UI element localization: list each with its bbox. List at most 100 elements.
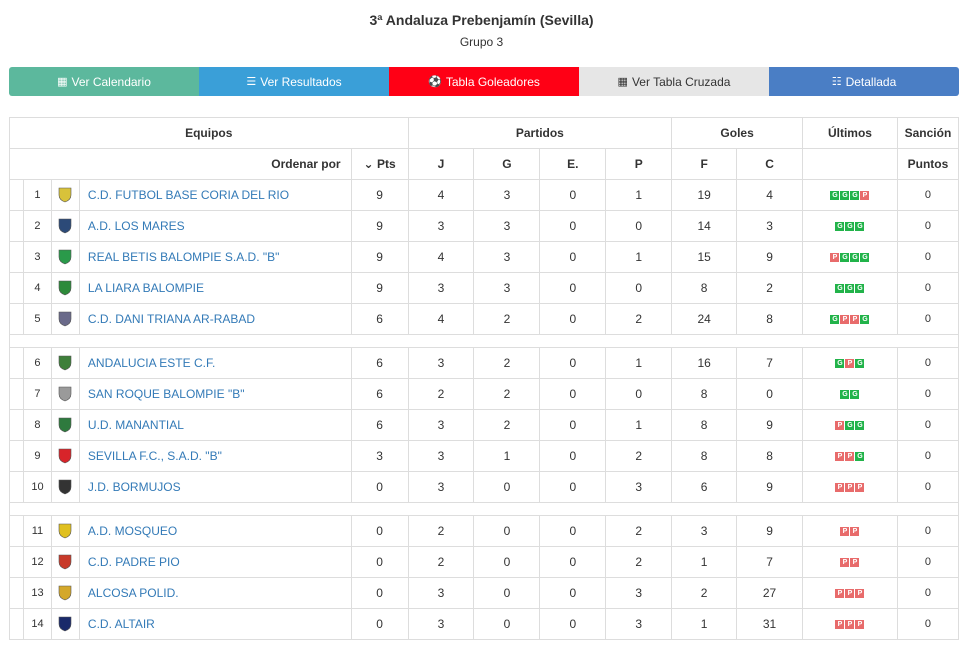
stat-pts: 9 — [350, 272, 409, 304]
stat-c: 7 — [736, 546, 804, 578]
sancion-cell: 0 — [896, 303, 960, 335]
win-badge: G — [840, 389, 850, 399]
win-badge: G — [840, 190, 850, 200]
stat-p: 1 — [605, 179, 673, 211]
recent-form-cell: GGGP — [802, 179, 898, 211]
team-link[interactable]: C.D. ALTAIR — [88, 617, 155, 631]
header-g: G — [473, 148, 541, 180]
sort-by-points[interactable]: ⌄ Pts — [350, 148, 409, 180]
team-shield-icon — [56, 616, 74, 632]
team-link[interactable]: REAL BETIS BALOMPIE S.A.D. "B" — [88, 250, 279, 264]
calendar-button[interactable]: ▦ Ver Calendario — [9, 67, 199, 96]
stat-j: 3 — [407, 347, 475, 379]
header-ultimos-sub — [802, 148, 898, 180]
stat-c: 9 — [736, 409, 804, 441]
team-link[interactable]: SEVILLA F.C., S.A.D. "B" — [88, 449, 222, 463]
win-badge: G — [855, 451, 865, 461]
team-shield-icon — [56, 554, 74, 570]
team-logo-cell — [50, 515, 80, 547]
sancion-cell: 0 — [896, 272, 960, 304]
page-title: 3ª Andaluza Prebenjamín (Sevilla) — [369, 12, 594, 28]
team-logo-cell — [50, 471, 80, 503]
cross-table-button[interactable]: ▦ Ver Tabla Cruzada — [579, 67, 769, 96]
zone-marker — [9, 471, 24, 503]
team-cell: SEVILLA F.C., S.A.D. "B" — [78, 440, 352, 472]
stat-e: 0 — [539, 241, 607, 273]
table-row: 5 C.D. DANI TRIANA AR-RABAD 6 4 2 0 2 24 8 G P P G 0 — [9, 303, 960, 335]
team-logo-cell — [50, 440, 80, 472]
stat-p: 2 — [605, 303, 673, 335]
stat-j: 3 — [407, 608, 475, 640]
scorers-button-label: Tabla Goleadores — [445, 74, 540, 89]
stat-g: 1 — [473, 440, 541, 472]
team-link[interactable]: U.D. MANANTIAL — [88, 418, 184, 432]
team-logo-cell — [50, 272, 80, 304]
stat-e: 0 — [539, 347, 607, 379]
scorers-button[interactable]: ⚽ Tabla Goleadores — [389, 67, 579, 96]
team-link[interactable]: C.D. FUTBOL BASE CORIA DEL RIO — [88, 188, 289, 202]
team-shield-icon — [56, 187, 74, 203]
stat-f: 16 — [671, 347, 738, 379]
team-link[interactable]: SAN ROQUE BALOMPIE "B" — [88, 387, 245, 401]
stat-pts: 0 — [350, 515, 409, 547]
team-link[interactable]: A.D. LOS MARES — [88, 219, 185, 233]
team-link[interactable]: J.D. BORMUJOS — [88, 480, 181, 494]
cross-table-button-label: Ver Tabla Cruzada — [631, 74, 731, 89]
header-goles: Goles — [671, 117, 804, 149]
team-cell: ALCOSA POLID. — [78, 577, 352, 609]
position-cell: 4 — [22, 272, 52, 304]
table-row: 7 SAN ROQUE BALOMPIE "B" 6 2 2 0 0 8 0 G G 0 — [9, 378, 960, 410]
stat-g: 0 — [473, 515, 541, 547]
team-link[interactable]: C.D. DANI TRIANA AR-RABAD — [88, 312, 255, 326]
loss-badge: P — [835, 482, 845, 492]
stat-p: 2 — [605, 546, 673, 578]
stat-e: 0 — [539, 272, 607, 304]
action-button-bar: ▦ Ver Calendario ☰ Ver Resultados ⚽ Tabl… — [9, 67, 959, 96]
stat-f: 8 — [671, 409, 738, 441]
group-separator — [9, 334, 959, 348]
results-button[interactable]: ☰ Ver Resultados — [199, 67, 389, 96]
team-logo-cell — [50, 179, 80, 211]
recent-form: GG — [840, 389, 860, 399]
stat-c: 2 — [736, 272, 804, 304]
position-cell: 1 — [22, 179, 52, 211]
team-link[interactable]: A.D. MOSQUEO — [88, 524, 177, 538]
team-link[interactable]: LA LIARA BALOMPIE — [88, 281, 204, 295]
win-badge: G — [850, 389, 860, 399]
stat-f: 2 — [671, 577, 738, 609]
recent-form-cell: PPP — [802, 608, 898, 640]
team-logo-cell — [50, 347, 80, 379]
table-row: 8 U.D. MANANTIAL 6 3 2 0 1 8 9 P G G 0 — [9, 409, 960, 441]
stat-p: 3 — [605, 577, 673, 609]
stat-f: 14 — [671, 210, 738, 242]
stat-g: 3 — [473, 179, 541, 211]
detailed-button-label: Detallada — [845, 74, 897, 89]
zone-marker — [9, 378, 24, 410]
recent-form-cell: GGG — [802, 210, 898, 242]
team-link[interactable]: C.D. PADRE PIO — [88, 555, 180, 569]
recent-form-cell: GG — [802, 378, 898, 410]
team-link[interactable]: ANDALUCIA ESTE C.F. — [88, 356, 215, 370]
page-subtitle: Grupo 3 — [459, 35, 504, 49]
stat-e: 0 — [539, 546, 607, 578]
header-c: C — [736, 148, 804, 180]
team-link[interactable]: ALCOSA POLID. — [88, 586, 179, 600]
header-row-columns: Ordenar por ⌄ Pts J G E. P F C Puntos — [9, 148, 960, 180]
team-logo-cell — [50, 210, 80, 242]
stat-j: 3 — [407, 471, 475, 503]
team-shield-icon — [56, 523, 74, 539]
detailed-button[interactable]: ☷ Detallada — [769, 67, 959, 96]
stat-j: 2 — [407, 515, 475, 547]
stat-g: 2 — [473, 303, 541, 335]
stat-pts: 3 — [350, 440, 409, 472]
zone-marker — [9, 210, 24, 242]
grid-icon: ▦ — [617, 76, 628, 88]
team-logo-cell — [50, 303, 80, 335]
stat-e: 0 — [539, 608, 607, 640]
list-icon: ☰ — [246, 76, 257, 88]
sancion-cell: 0 — [896, 179, 960, 211]
loss-badge: P — [845, 588, 855, 598]
stat-e: 0 — [539, 440, 607, 472]
team-cell: LA LIARA BALOMPIE — [78, 272, 352, 304]
stat-c: 4 — [736, 179, 804, 211]
